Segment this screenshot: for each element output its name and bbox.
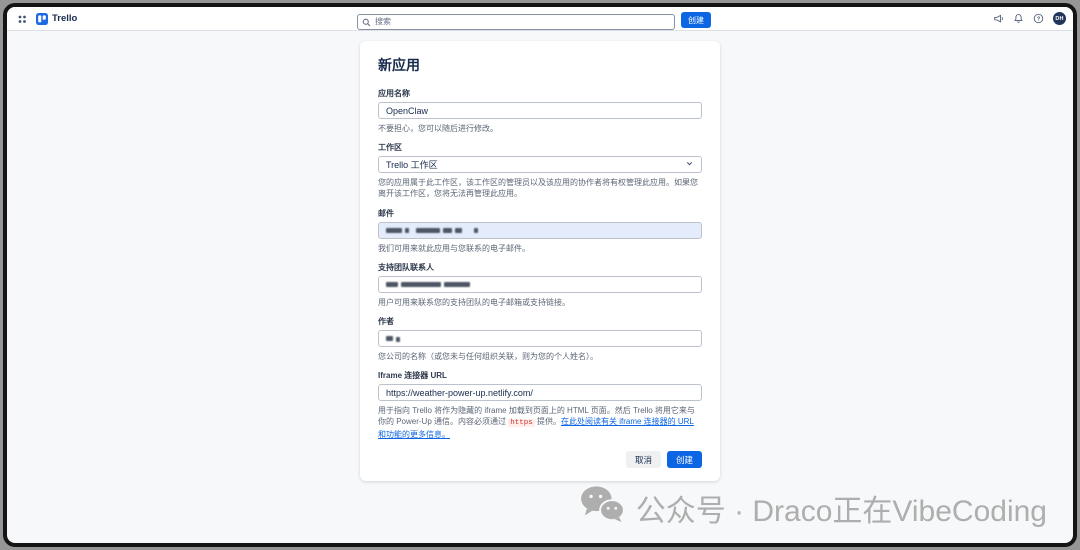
iframe-url-label: Iframe 连接器 URL — [378, 370, 702, 381]
form-actions: 取消 创建 — [378, 451, 702, 468]
search-icon — [362, 14, 371, 32]
trello-app: Trello 创建 — [7, 7, 1073, 543]
iframe-url-helper: 用于指向 Trello 将作为隐藏的 iframe 加载到页面上的 HTML 页… — [378, 405, 702, 440]
author-input[interactable] — [378, 330, 702, 347]
workspace-selected-value: Trello 工作区 — [386, 158, 438, 171]
cancel-button[interactable]: 取消 — [626, 451, 661, 468]
create-button-submit[interactable]: 创建 — [667, 451, 702, 468]
user-avatar[interactable]: DH — [1053, 12, 1066, 25]
redacted-value — [386, 336, 393, 341]
email-input[interactable] — [378, 222, 702, 239]
app-name-input[interactable] — [378, 102, 702, 119]
new-app-form-card: 新应用 应用名称 不要担心，您可以随后进行修改。 工作区 Trello 工作区 — [360, 41, 720, 481]
chevron-down-icon — [685, 159, 694, 170]
watermark: 公众号 · Draco正在VibeCoding — [579, 485, 1047, 531]
field-iframe-url: Iframe 连接器 URL 用于指向 Trello 将作为隐藏的 iframe… — [378, 370, 702, 440]
https-code-badge: https — [508, 419, 535, 427]
wechat-icon — [579, 485, 625, 531]
redacted-value — [474, 228, 478, 233]
support-contact-helper: 用户可用来联系您的支持团队的电子邮箱或支持链接。 — [378, 297, 702, 308]
search-input[interactable] — [357, 14, 675, 30]
author-helper: 您公司的名称（或您未与任何组织关联，则为您的个人姓名）。 — [378, 351, 702, 362]
notifications-bell-icon[interactable] — [1013, 13, 1024, 24]
redacted-value — [396, 337, 400, 342]
workspace-select[interactable]: Trello 工作区 — [378, 156, 702, 173]
svg-text:?: ? — [1037, 17, 1041, 23]
redacted-value — [416, 228, 440, 233]
page-title: 新应用 — [378, 55, 702, 75]
field-support-contact: 支持团队联系人 用户可用来联系您的支持团队的电子邮箱或支持链接。 — [378, 262, 702, 308]
window-frame: Trello 创建 — [3, 3, 1077, 547]
email-helper: 我们可用来就此应用与您联系的电子邮件。 — [378, 243, 702, 254]
help-icon[interactable]: ? — [1033, 13, 1044, 24]
create-button-topbar[interactable]: 创建 — [681, 12, 711, 28]
field-author: 作者 您公司的名称（或您未与任何组织关联，则为您的个人姓名）。 — [378, 316, 702, 362]
top-navigation-bar: Trello 创建 — [7, 7, 1073, 31]
trello-logo[interactable]: Trello — [36, 13, 77, 25]
field-workspace: 工作区 Trello 工作区 您的应用属于此工作区，该工作区的管理员以及该应用的… — [378, 142, 702, 199]
redacted-value — [455, 228, 462, 233]
support-contact-input[interactable] — [378, 276, 702, 293]
field-app-name: 应用名称 不要担心，您可以随后进行修改。 — [378, 88, 702, 134]
email-label: 邮件 — [378, 208, 702, 219]
megaphone-icon[interactable] — [993, 13, 1004, 24]
app-title: Trello — [52, 13, 77, 24]
author-label: 作者 — [378, 316, 702, 327]
field-email: 邮件 我们可用来就此应用与您联系的电子邮件。 — [378, 208, 702, 254]
redacted-value — [386, 228, 402, 233]
redacted-value — [443, 228, 452, 233]
watermark-text: 公众号 · Draco正在VibeCoding — [636, 486, 1047, 530]
redacted-value — [405, 228, 409, 233]
redacted-value — [401, 282, 441, 287]
iframe-helper-text: 提供。 — [535, 417, 561, 426]
redacted-value — [386, 282, 398, 287]
workspace-label: 工作区 — [378, 142, 702, 153]
app-name-helper: 不要担心，您可以随后进行修改。 — [378, 123, 702, 134]
redacted-value — [444, 282, 470, 287]
app-name-label: 应用名称 — [378, 88, 702, 99]
support-contact-label: 支持团队联系人 — [378, 262, 702, 273]
iframe-url-input[interactable] — [378, 384, 702, 401]
workspace-helper: 您的应用属于此工作区，该工作区的管理员以及该应用的协作者将有权管理此应用。如果您… — [378, 177, 702, 199]
app-switcher-icon[interactable] — [17, 14, 27, 24]
trello-logo-icon — [36, 13, 48, 25]
